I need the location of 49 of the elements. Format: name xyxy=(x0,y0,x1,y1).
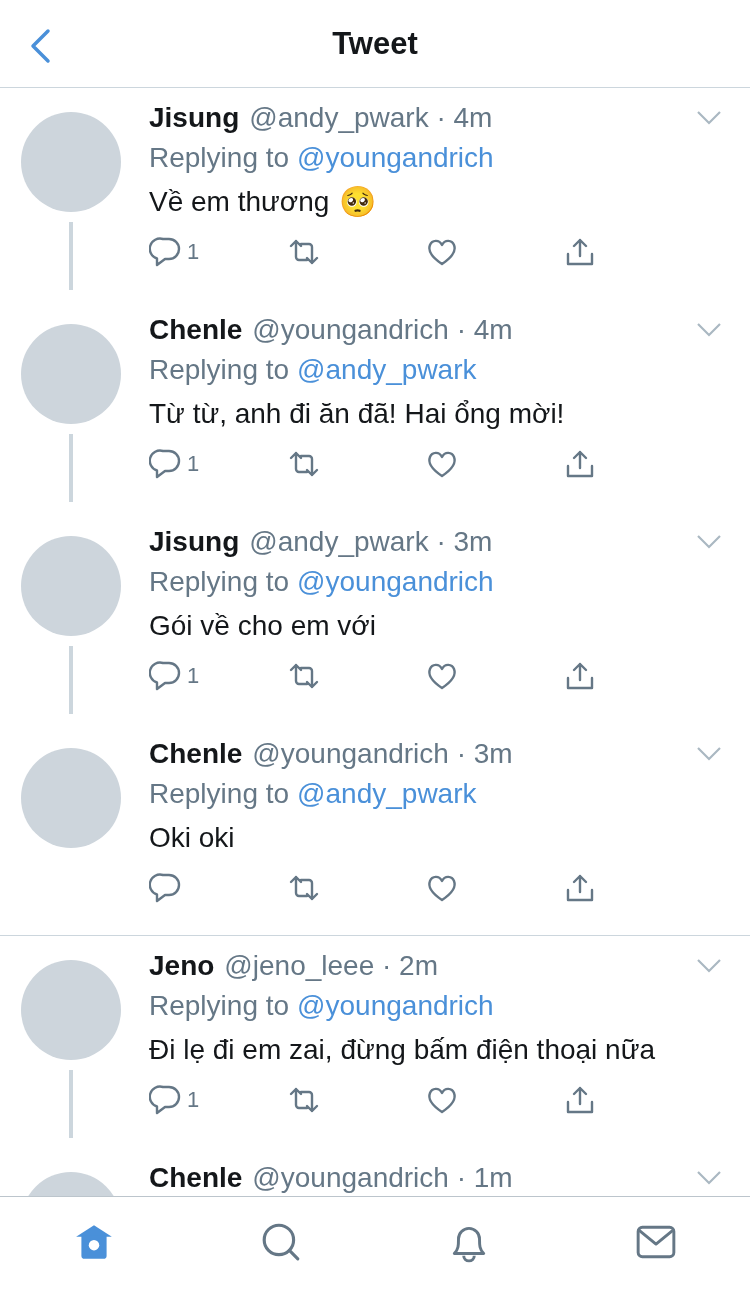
user-handle-time: @andy_pwark · 3m xyxy=(249,525,493,559)
chevron-down-icon[interactable] xyxy=(696,958,722,974)
chevron-down-icon[interactable] xyxy=(696,534,722,550)
chevron-down-icon[interactable] xyxy=(696,1170,722,1186)
mention-link[interactable]: @andy_pwark xyxy=(297,774,477,814)
user-handle-time: @youngandrich · 1m xyxy=(252,1161,513,1195)
reply-icon xyxy=(149,1084,183,1116)
reply-button[interactable]: 1 xyxy=(149,660,287,692)
tweet-text: Từ từ, anh đi ăn đã! Hai ổng mời! xyxy=(149,397,565,431)
mention-link[interactable]: @youngandrich xyxy=(297,562,494,602)
tweet-text: Oki oki xyxy=(149,821,235,855)
page-title: Tweet xyxy=(332,25,418,62)
reply-count: 1 xyxy=(187,451,200,477)
replying-label: Replying to xyxy=(149,989,290,1023)
emoji: 🥺 xyxy=(339,183,377,221)
user-handle-time: @youngandrich · 3m xyxy=(252,737,513,771)
replying-label: Replying to xyxy=(149,353,290,387)
replying-label: Replying to xyxy=(149,565,290,599)
reply-count: 1 xyxy=(187,1087,200,1113)
mention-link[interactable]: @youngandrich xyxy=(297,986,494,1026)
replying-label: Replying to xyxy=(149,141,290,175)
chevron-down-icon[interactable] xyxy=(696,322,722,338)
back-icon xyxy=(28,28,52,64)
user-name: Chenle xyxy=(149,1161,243,1195)
mention-link[interactable]: @andy_pwark xyxy=(297,350,477,390)
tweet-text: Gói về cho em với xyxy=(149,609,376,643)
chevron-down-icon[interactable] xyxy=(696,746,722,762)
user-name: Jisung xyxy=(149,101,240,135)
reply-button[interactable]: 1 xyxy=(149,236,287,268)
user-handle-time: @jeno_leee · 2m xyxy=(224,949,438,983)
tweet-text: Đi lẹ đi em zai, đừng bấm điện thoại nữa xyxy=(149,1033,655,1067)
user-handle-time: @andy_pwark · 4m xyxy=(249,101,493,135)
user-name: Jisung xyxy=(149,525,240,559)
user-name: Chenle xyxy=(149,313,243,347)
user-handle-time: @youngandrich · 4m xyxy=(252,313,513,347)
mention-link[interactable]: @youngandrich xyxy=(297,138,494,178)
reply-icon xyxy=(149,872,183,904)
reply-icon xyxy=(149,236,183,268)
reply-icon xyxy=(149,448,183,480)
user-name: Jeno xyxy=(149,949,215,983)
chevron-down-icon[interactable] xyxy=(696,110,722,126)
reply-count: 1 xyxy=(187,239,200,265)
replying-label: Replying to xyxy=(149,777,290,811)
tweet-text: Về em thương xyxy=(149,185,330,219)
reply-icon xyxy=(149,660,183,692)
reply-button[interactable]: 1 xyxy=(149,448,287,480)
reply-button[interactable]: 1 xyxy=(149,1084,287,1116)
user-name: Chenle xyxy=(149,737,243,771)
reply-count: 1 xyxy=(187,663,200,689)
